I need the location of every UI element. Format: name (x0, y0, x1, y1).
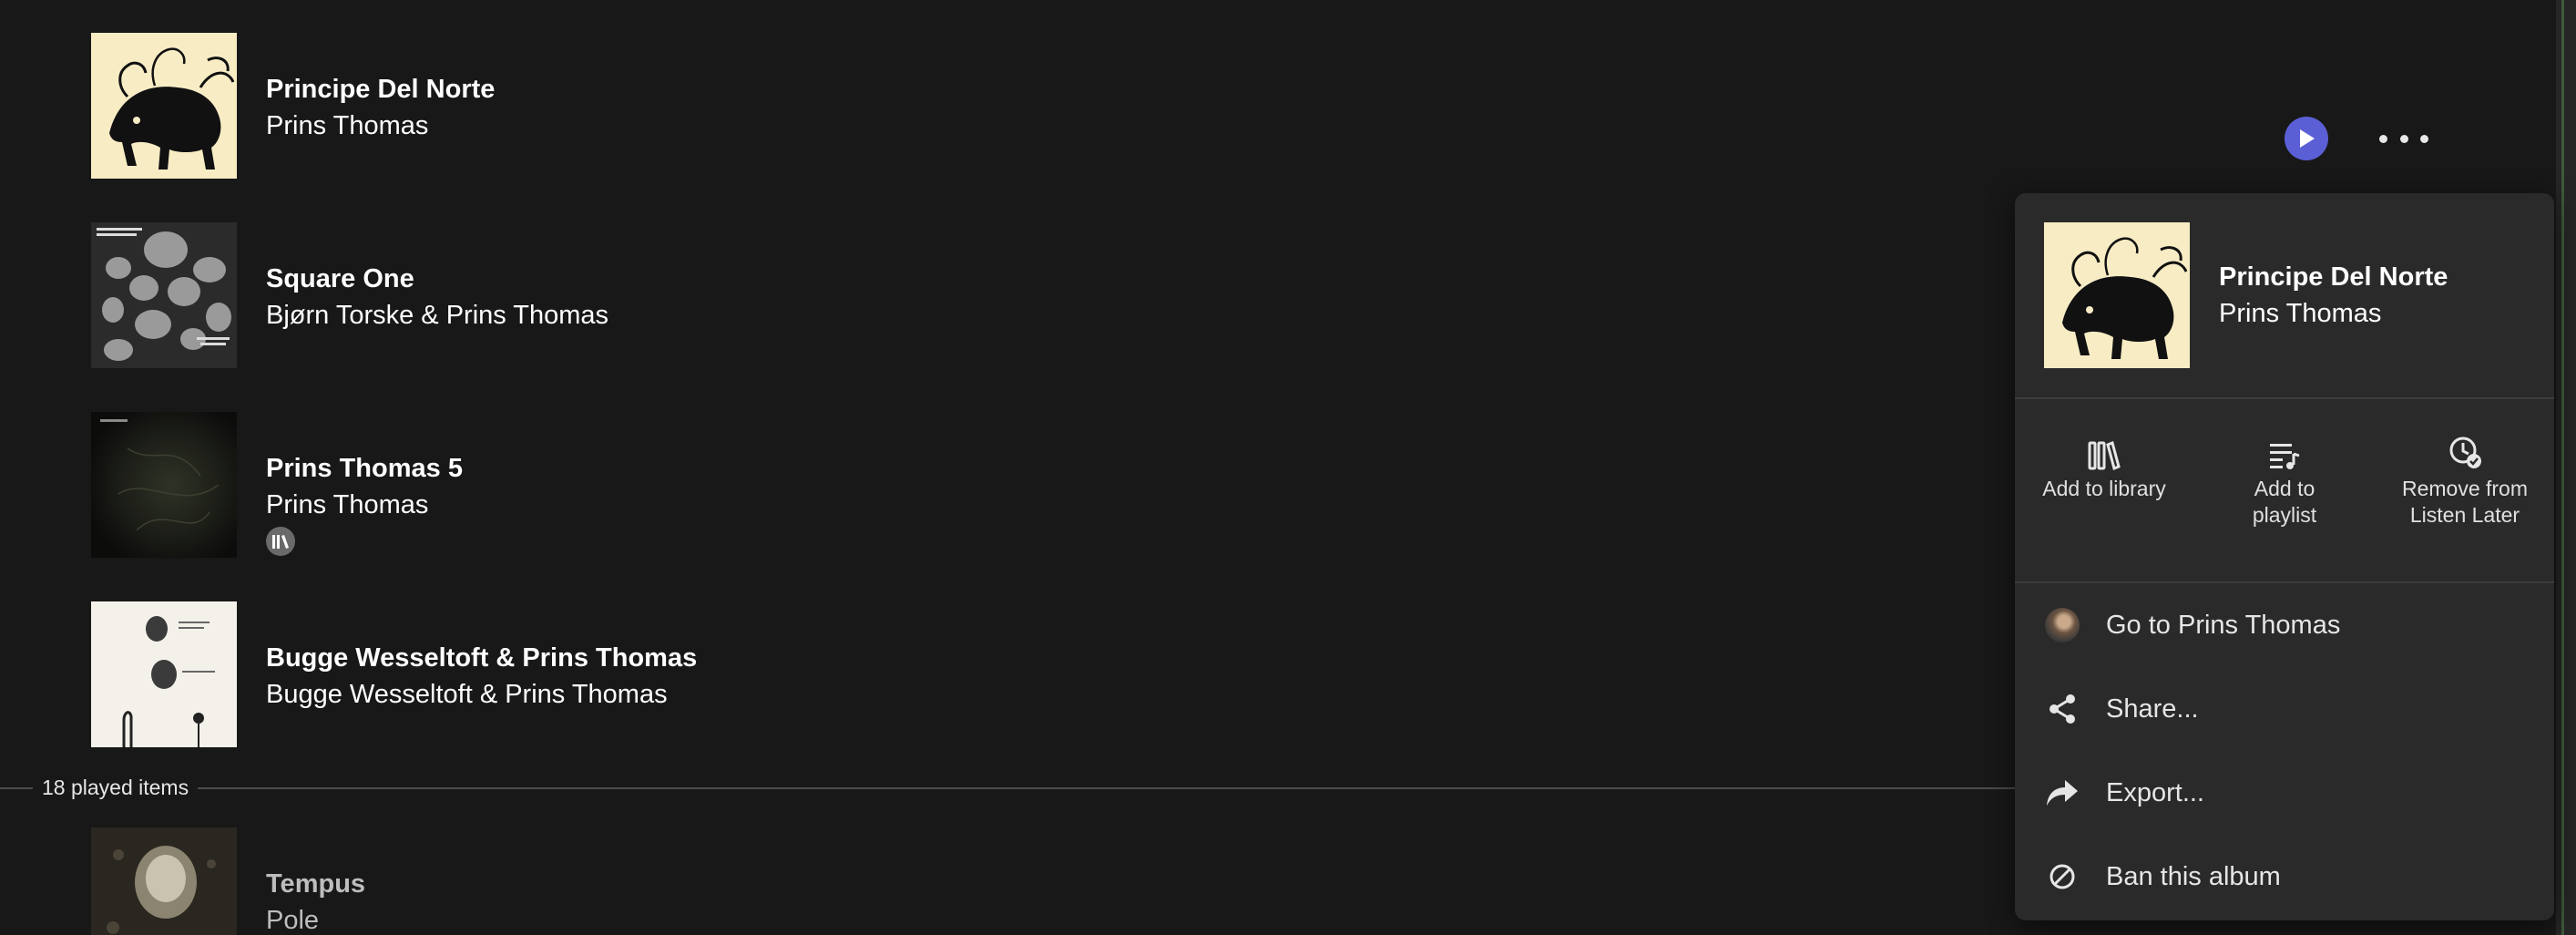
menu-item-label: Go to Prins Thomas (2106, 611, 2341, 640)
scrollbar-thumb[interactable] (2561, 0, 2564, 935)
menu-album-art (2044, 222, 2190, 368)
album-artist[interactable]: Bugge Wesseltoft & Prins Thomas (266, 676, 697, 713)
album-art-bugge[interactable] (91, 601, 237, 747)
menu-header: Principe Del Norte Prins Thomas (2015, 193, 2554, 397)
album-art-square-one[interactable] (91, 222, 237, 368)
album-row-principe-del-norte[interactable]: Principe Del Norte Prins Thomas (91, 33, 2459, 179)
add-to-library-button[interactable]: Add to library (2015, 430, 2193, 502)
share-icon (2050, 694, 2075, 724)
album-title: Prins Thomas 5 (266, 454, 463, 483)
album-artist[interactable]: Pole (266, 902, 365, 935)
album-artist[interactable]: Prins Thomas (266, 108, 495, 144)
library-icon (2088, 441, 2121, 470)
add-to-playlist-button[interactable]: Add to playlist (2195, 430, 2374, 529)
menu-item-label: Export... (2106, 778, 2204, 807)
more-options-button[interactable] (2379, 120, 2428, 157)
action-label: Add to playlist (2252, 477, 2317, 527)
album-title: Square One (266, 264, 414, 293)
share-item[interactable]: Share... (2015, 667, 2554, 751)
album-artist[interactable]: Bjørn Torske & Prins Thomas (266, 297, 608, 334)
app-window: Principe Del Norte Prins Thomas Square O… (0, 0, 2576, 935)
menu-album-artist: Prins Thomas (2219, 299, 2382, 328)
scrollbar[interactable] (2556, 0, 2576, 935)
export-arrow-icon (2047, 780, 2078, 806)
artist-avatar (2045, 608, 2080, 642)
action-label: Add to library (2042, 477, 2166, 500)
ban-album-item[interactable]: Ban this album (2015, 835, 2554, 919)
menu-album-title: Principe Del Norte (2219, 262, 2448, 292)
clock-check-icon (2449, 437, 2481, 468)
action-label: Remove from Listen Later (2401, 477, 2529, 527)
more-horizontal-icon (2379, 134, 2387, 143)
album-title: Bugge Wesseltoft & Prins Thomas (266, 643, 698, 673)
album-art-tempus[interactable] (91, 827, 237, 935)
menu-item-label: Share... (2106, 694, 2199, 724)
menu-quick-actions: Add to library Add to playlist Remove fr… (2015, 399, 2554, 581)
library-icon (272, 535, 289, 549)
in-library-badge (266, 527, 295, 556)
ban-icon (2050, 864, 2075, 889)
remove-from-listen-later-button[interactable]: Remove from Listen Later (2376, 430, 2554, 529)
menu-item-label: Ban this album (2106, 862, 2281, 891)
album-art-prins-thomas-5[interactable] (91, 412, 237, 558)
play-icon (2300, 129, 2315, 148)
export-item[interactable]: Export... (2015, 751, 2554, 835)
playlist-add-icon (2270, 444, 2300, 469)
album-context-menu: Principe Del Norte Prins Thomas Add to l… (2015, 193, 2554, 920)
played-items-count: 18 played items (33, 773, 199, 802)
play-button[interactable] (2285, 117, 2328, 160)
album-title: Tempus (266, 869, 366, 899)
album-artist[interactable]: Prins Thomas (266, 487, 463, 523)
played-items-divider (0, 787, 2022, 789)
go-to-artist-item[interactable]: Go to Prins Thomas (2015, 583, 2554, 667)
album-title: Principe Del Norte (266, 75, 496, 104)
album-art-principe[interactable] (91, 33, 237, 179)
